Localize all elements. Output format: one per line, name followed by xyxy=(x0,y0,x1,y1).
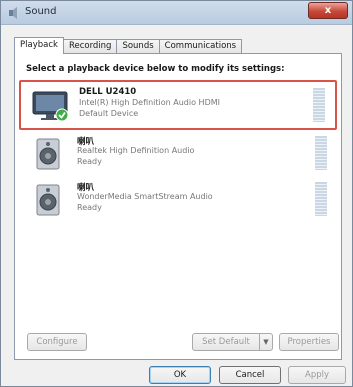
device-description: Intel(R) High Definition Audio HDMI xyxy=(79,98,220,107)
device-description: Realtek High Definition Audio xyxy=(77,146,195,155)
close-button[interactable]: x xyxy=(308,2,348,19)
playback-panel: Select a playback device below to modify… xyxy=(14,53,342,360)
tab-playback[interactable]: Playback xyxy=(14,37,64,54)
set-default-button[interactable]: Set Default xyxy=(192,333,260,351)
tab-communications[interactable]: Communications xyxy=(158,39,243,54)
monitor-icon xyxy=(32,91,69,122)
properties-button[interactable]: Properties xyxy=(279,333,339,351)
device-status: Ready xyxy=(77,157,102,166)
device-item-dell-u2410[interactable]: DELL U2410 Intel(R) High Definition Audi… xyxy=(19,80,337,130)
device-description: WonderMedia SmartStream Audio xyxy=(77,192,213,201)
volume-level-meter xyxy=(313,88,325,122)
sound-app-icon xyxy=(9,7,17,19)
apply-button[interactable]: Apply xyxy=(288,366,346,384)
device-list[interactable]: DELL U2410 Intel(R) High Definition Audi… xyxy=(19,80,337,320)
cancel-button[interactable]: Cancel xyxy=(219,366,281,384)
volume-level-meter xyxy=(315,136,327,170)
ok-button[interactable]: OK xyxy=(149,366,211,384)
device-name: DELL U2410 xyxy=(79,87,137,97)
sound-dialog: Sound x Playback Recording Sounds Commun… xyxy=(0,0,353,387)
tab-sounds[interactable]: Sounds xyxy=(116,39,160,54)
title-bar[interactable]: Sound x xyxy=(1,1,352,25)
volume-level-meter xyxy=(315,182,327,216)
speaker-icon xyxy=(36,184,60,216)
device-status: Ready xyxy=(77,203,102,212)
set-default-dropdown[interactable]: ▼ xyxy=(259,333,273,351)
speaker-icon xyxy=(36,138,60,170)
chevron-down-icon: ▼ xyxy=(263,338,269,346)
configure-button[interactable]: Configure xyxy=(27,333,87,351)
device-item-realtek[interactable]: 喇叭 Realtek High Definition Audio Ready xyxy=(19,130,337,180)
tab-recording[interactable]: Recording xyxy=(62,39,118,54)
window-title: Sound xyxy=(25,6,57,17)
device-item-wondermedia[interactable]: 喇叭 WonderMedia SmartStream Audio Ready xyxy=(19,176,337,226)
device-status: Default Device xyxy=(79,109,139,118)
tab-bar: Playback Recording Sounds Communications xyxy=(14,37,243,54)
instruction-text: Select a playback device below to modify… xyxy=(26,64,285,74)
